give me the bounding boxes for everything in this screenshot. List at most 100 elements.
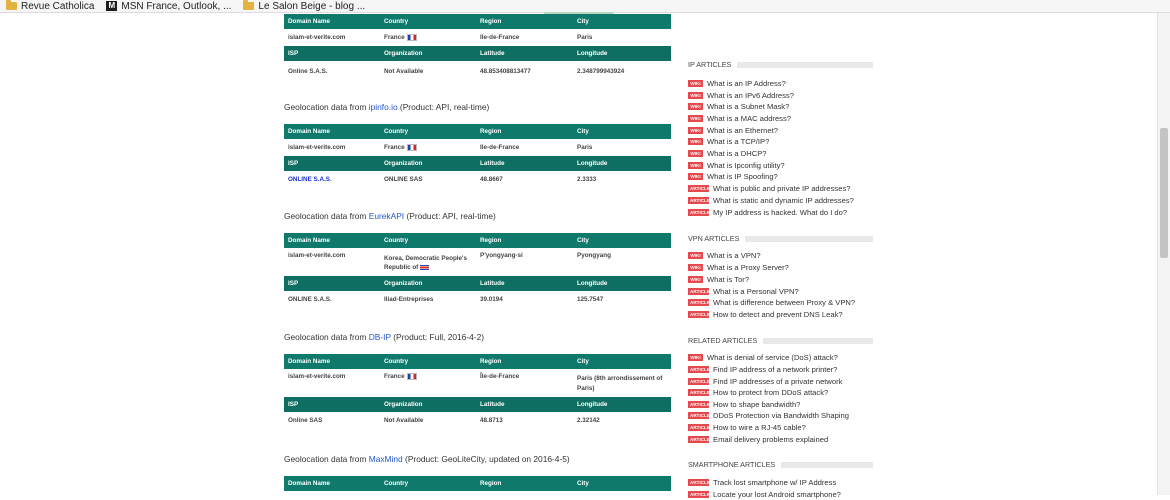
sidebar-link[interactable]: WIKI What is a TCP/IP? <box>688 136 769 147</box>
cell-domain: islam-et-verite.com <box>284 139 380 156</box>
sidebar-link[interactable]: ARTICLE What is a Personal VPN? <box>688 286 799 297</box>
sidebar-link[interactable]: WIKI What is a Subnet Mask? <box>688 101 789 112</box>
cell-isp: Online SAS <box>284 412 380 429</box>
folder-icon <box>243 0 255 10</box>
sidebar-link[interactable]: WIKI What is a DHCP? <box>688 148 767 159</box>
wiki-badge: WIKI <box>688 354 703 361</box>
sidebar-link[interactable]: ARTICLE What is difference between Proxy … <box>688 297 855 308</box>
cell-country: Korea, Democratic People's Republic of <box>380 248 476 276</box>
wiki-badge: WIKI <box>688 103 703 110</box>
geo-table: Domain Name Country Region City islam-et… <box>284 14 671 81</box>
bookmark-revue-catholica[interactable]: Revue Catholica <box>6 0 94 12</box>
sidebar-link[interactable]: ARTICLE What is public and private IP add… <box>688 183 850 194</box>
header-region: Region <box>476 14 573 29</box>
cell-isp-link[interactable]: ONLINE S.A.S. <box>284 171 380 188</box>
sidebar-link[interactable]: ARTICLE DDoS Protection via Bandwidth Sha… <box>688 410 849 421</box>
sidebar-link[interactable]: WIKI What is an IPv6 Address? <box>688 90 794 101</box>
cell-domain: islam-et-verite.com <box>284 248 380 276</box>
cell-latitude: 48.853408813477 <box>476 61 573 81</box>
header-isp: ISP <box>284 276 380 291</box>
article-badge: ARTICLE <box>688 311 710 318</box>
sidebar-link[interactable]: ARTICLE Track lost smartphone w/ IP Addre… <box>688 477 836 488</box>
sidebar-link[interactable]: ARTICLE Find IP address of a network prin… <box>688 364 837 375</box>
sidebar-link[interactable]: WIKI What is a VPN? <box>688 250 761 261</box>
cell-city: Paris <box>573 139 671 156</box>
sidebar-link[interactable]: ARTICLE Email delivery problems explained <box>688 434 828 445</box>
wiki-badge: WIKI <box>688 138 703 145</box>
article-badge: ARTICLE <box>688 436 710 443</box>
article-badge: ARTICLE <box>688 197 710 204</box>
bookmark-salon-beige[interactable]: Le Salon Beige - blog ... <box>243 0 366 12</box>
table-header-row: ISP Organization Latitude Longitude <box>284 397 671 412</box>
header-domain: Domain Name <box>284 14 380 29</box>
header-region: Region <box>476 476 573 491</box>
sidebar-link[interactable]: WIKI What is Ipconfig utility? <box>688 160 785 171</box>
vertical-scrollbar[interactable] <box>1157 13 1170 495</box>
sidebar-link[interactable]: ARTICLE How to shape bandwidth? <box>688 399 800 410</box>
sidebar-link[interactable]: WIKI What is IP Spoofing? <box>688 171 778 182</box>
article-badge: ARTICLE <box>688 479 710 486</box>
wiki-badge: WIKI <box>688 150 703 157</box>
sidebar-link[interactable]: ARTICLE My IP address is hacked. What do … <box>688 207 847 218</box>
cell-country: France <box>380 29 476 46</box>
cell-organization: Not Available <box>380 61 476 81</box>
table-header-row: ISP Organization Latitude Longitude <box>284 46 671 61</box>
bookmark-label: Le Salon Beige - blog ... <box>258 0 366 12</box>
sidebar-link[interactable]: ARTICLE How to protect from DDoS attack? <box>688 387 828 398</box>
header-latitude: Latitude <box>476 46 573 61</box>
source-link-maxmind[interactable]: MaxMind <box>369 454 403 464</box>
geo-source-title: Geolocation data from EurekAPI (Product:… <box>284 211 496 221</box>
header-city: City <box>573 14 671 29</box>
header-domain: Domain Name <box>284 354 380 369</box>
table-row: islam-et-verite.com Korea, Democratic Pe… <box>284 248 671 276</box>
section-title-related-articles: RELATED ARTICLES <box>688 336 873 345</box>
section-title-ip-articles: IP ARTICLES <box>688 60 873 69</box>
bookmark-label: MSN France, Outlook, ... <box>121 0 232 12</box>
header-city: City <box>573 233 671 248</box>
scrollbar-thumb[interactable] <box>1160 128 1168 258</box>
header-country: Country <box>380 14 476 29</box>
msn-icon: M <box>106 1 118 11</box>
section-title-smartphone-articles: SMARTPHONE ARTICLES <box>688 460 873 469</box>
cell-isp: ONLINE S.A.S. <box>284 291 380 308</box>
header-organization: Organization <box>380 276 476 291</box>
sidebar-link[interactable]: WIKI What is an Ethernet? <box>688 125 778 136</box>
geo-source-title: Geolocation data from MaxMind (Product: … <box>284 454 570 464</box>
source-link-ipinfo[interactable]: ipinfo.io <box>369 102 398 112</box>
sidebar-link[interactable]: ARTICLE How to wire a RJ-45 cable? <box>688 422 806 433</box>
cell-latitude: 48.8713 <box>476 412 573 429</box>
sidebar-link[interactable]: WIKI What is denial of service (DoS) atta… <box>688 352 838 363</box>
table-header-row: ISP Organization Latitude Longitude <box>284 156 671 171</box>
article-badge: ARTICLE <box>688 412 710 419</box>
article-badge: ARTICLE <box>688 299 710 306</box>
cell-latitude: 39.0194 <box>476 291 573 308</box>
sidebar-link[interactable]: ARTICLE How to detect and prevent DNS Lea… <box>688 309 843 320</box>
geo-table: Domain Name Country Region City islam-et… <box>284 233 671 308</box>
table-row: Online SAS Not Available 48.8713 2.32142 <box>284 412 671 429</box>
cell-longitude: 2.32142 <box>573 412 671 429</box>
wiki-badge: WIKI <box>688 252 703 259</box>
sidebar-link[interactable]: ARTICLE Find IP addresses of a private ne… <box>688 376 842 387</box>
source-link-dbip[interactable]: DB-IP <box>369 332 391 342</box>
header-isp: ISP <box>284 397 380 412</box>
geo-table: Domain Name Country Region City <box>284 476 671 491</box>
table-header-row: Domain Name Country Region City <box>284 124 671 139</box>
sidebar-link[interactable]: WIKI What is a MAC address? <box>688 113 791 124</box>
sidebar-link[interactable]: ARTICLE What is static and dynamic IP add… <box>688 195 854 206</box>
bookmark-msn[interactable]: M MSN France, Outlook, ... <box>106 1 231 12</box>
table-header-row: Domain Name Country Region City <box>284 476 671 491</box>
article-badge: ARTICLE <box>688 366 710 373</box>
folder-icon <box>6 0 17 10</box>
cell-country: France <box>380 369 476 397</box>
header-region: Region <box>476 124 573 139</box>
header-region: Region <box>476 233 573 248</box>
wiki-badge: WIKI <box>688 127 703 134</box>
table-row: ONLINE S.A.S. ONLINE SAS 48.8667 2.3333 <box>284 171 671 188</box>
source-link-eurekapi[interactable]: EurekAPI <box>369 211 404 221</box>
article-badge: ARTICLE <box>688 209 710 216</box>
geo-source-title: Geolocation data from DB-IP (Product: Fu… <box>284 332 485 342</box>
sidebar-link[interactable]: WIKI What is an IP Address? <box>688 78 786 89</box>
sidebar-link[interactable]: WIKI What is Tor? <box>688 274 749 285</box>
sidebar-link[interactable]: WIKI What is a Proxy Server? <box>688 262 789 273</box>
header-city: City <box>573 124 671 139</box>
